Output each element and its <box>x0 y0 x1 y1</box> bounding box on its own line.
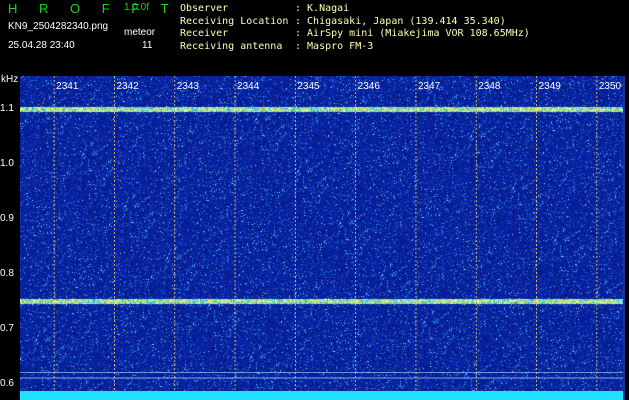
x-tick-label: 2346 <box>358 81 381 92</box>
datetime-label: 25.04.28 23:40 <box>8 40 75 51</box>
bottom-signal-bar <box>20 391 623 400</box>
y-tick-label: 1.0 <box>0 157 14 169</box>
info-row-receiver: Receiver: AirSpy mini (Miakejima VOR 108… <box>180 28 530 39</box>
filename-label: KN9_2504282340.png <box>8 21 109 32</box>
y-tick-label: 0.7 <box>0 322 14 334</box>
x-tick-label: 2348 <box>478 81 501 92</box>
y-tick-label: 0.6 <box>0 377 14 389</box>
x-tick-label: 2347 <box>418 81 441 92</box>
x-tick-label: 2350 <box>599 81 622 92</box>
x-tick-label: 2343 <box>177 81 200 92</box>
spectrogram-plot: 2341 2342 2343 2344 2345 2346 2347 2348 2349 2350 <box>20 76 623 400</box>
x-tick-label: 2349 <box>539 81 562 92</box>
x-tick-label: 2344 <box>237 81 260 92</box>
spectrogram-overlay: 2341 2342 2343 2344 2345 2346 2347 2348 2349 2350 <box>20 76 623 400</box>
header-panel: H R O F F T 1.0.0f KN9_2504282340.png 25… <box>0 0 629 75</box>
meteor-count: 11 <box>142 40 153 51</box>
info-row-location: Receiving Location: Chigasaki, Japan (13… <box>180 15 506 27</box>
info-row-antenna: Receiving antenna: Maspro FM-3 <box>180 40 374 52</box>
observer-info: Observer: K.Nagai Receiving Location: Ch… <box>180 3 530 53</box>
x-tick-label: 2342 <box>116 81 139 92</box>
y-axis-unit: kHz <box>1 74 19 85</box>
version-label: 1.0.0f <box>124 2 150 13</box>
y-tick-label: 1.1 <box>0 102 14 114</box>
app-logo: H R O F F T <box>8 1 178 16</box>
x-tick-label: 2341 <box>56 81 79 92</box>
x-tick-label: 2345 <box>297 81 320 92</box>
info-row-observer: Observer: K.Nagai <box>180 3 350 14</box>
plot-right-edge <box>623 76 625 400</box>
y-tick-label: 0.8 <box>0 267 14 279</box>
y-tick-label: 0.9 <box>0 212 14 224</box>
meteor-label: meteor <box>124 27 156 38</box>
